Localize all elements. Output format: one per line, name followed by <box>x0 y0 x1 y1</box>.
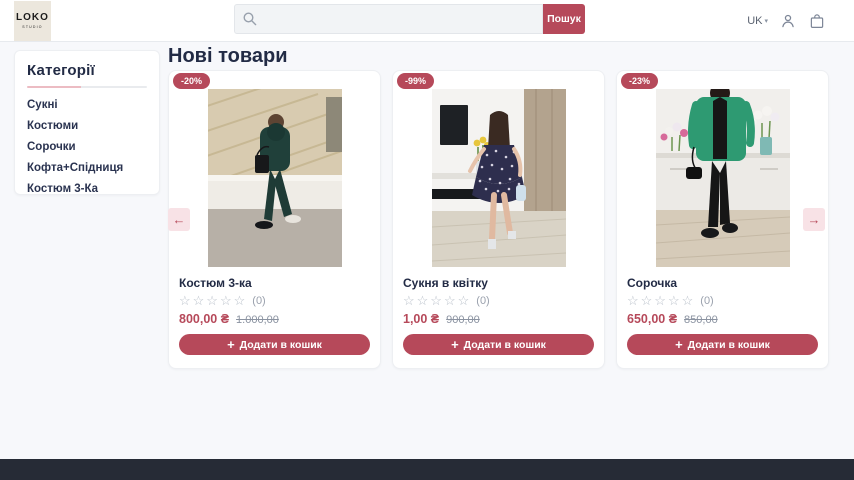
rating-count: (0) <box>700 295 713 307</box>
discount-badge: -99% <box>397 73 434 89</box>
categories-panel: Категорії Сукні Костюми Сорочки Кофта+Сп… <box>14 50 160 195</box>
page-title: Нові товари <box>168 45 287 68</box>
account-icon[interactable] <box>779 12 797 30</box>
product-old-price: 850,00 <box>684 314 718 326</box>
language-selector[interactable]: UK ▾ <box>747 15 768 27</box>
sidebar-item-suits[interactable]: Костюми <box>27 120 147 132</box>
logo-subtext: STUDIO <box>22 25 42 29</box>
categories-title: Категорії <box>27 62 147 79</box>
product-old-price: 1.000,00 <box>236 314 279 326</box>
product-price: 650,00 ₴ <box>627 312 677 326</box>
product-title[interactable]: Сукня в квітку <box>403 276 594 290</box>
add-to-cart-label: Додати в кошик <box>240 339 322 351</box>
sidebar-item-sweater-skirt[interactable]: Кофта+Спідниця <box>27 162 147 174</box>
product-price: 800,00 ₴ <box>179 312 229 326</box>
product-rating: ☆☆☆☆☆ (0) <box>179 294 370 307</box>
main-content: Категорії Сукні Костюми Сорочки Кофта+Сп… <box>0 42 854 459</box>
carousel-next-button[interactable]: → <box>803 208 825 231</box>
chevron-down-icon: ▾ <box>764 17 768 25</box>
plus-icon: + <box>675 338 683 351</box>
product-card[interactable]: -23% <box>616 70 829 369</box>
search-button[interactable]: Пошук <box>543 4 585 34</box>
header-actions: UK ▾ <box>747 0 826 42</box>
search-icon <box>242 11 258 27</box>
product-old-price: 900,00 <box>446 314 480 326</box>
sidebar-item-suit-3piece[interactable]: Костюм 3-Ка <box>27 183 147 195</box>
product-title[interactable]: Костюм 3-ка <box>179 276 370 290</box>
product-title[interactable]: Сорочка <box>627 276 818 290</box>
add-to-cart-label: Додати в кошик <box>688 339 770 351</box>
footer <box>0 459 854 480</box>
search-bar: Пошук <box>234 4 585 34</box>
cart-icon[interactable] <box>808 12 826 30</box>
language-label: UK <box>747 15 762 27</box>
product-card[interactable]: -99% <box>392 70 605 369</box>
arrow-left-icon: ← <box>173 212 186 227</box>
product-grid: -20% <box>168 70 829 369</box>
divider <box>27 86 147 88</box>
star-rating-icons: ☆☆☆☆☆ <box>627 294 695 307</box>
product-rating: ☆☆☆☆☆ (0) <box>627 294 818 307</box>
arrow-right-icon: → <box>808 212 821 227</box>
product-card[interactable]: -20% <box>168 70 381 369</box>
search-input[interactable] <box>234 4 543 34</box>
plus-icon: + <box>451 338 459 351</box>
logo[interactable]: LOKO STUDIO <box>14 1 51 41</box>
header: LOKO STUDIO Пошук UK ▾ <box>0 0 854 42</box>
sidebar-item-dresses[interactable]: Сукні <box>27 99 147 111</box>
add-to-cart-button[interactable]: + Додати в кошик <box>403 334 594 355</box>
rating-count: (0) <box>476 295 489 307</box>
add-to-cart-button[interactable]: + Додати в кошик <box>179 334 370 355</box>
product-rating: ☆☆☆☆☆ (0) <box>403 294 594 307</box>
star-rating-icons: ☆☆☆☆☆ <box>179 294 247 307</box>
carousel-prev-button[interactable]: ← <box>168 208 190 231</box>
star-rating-icons: ☆☆☆☆☆ <box>403 294 471 307</box>
logo-text: LOKO <box>16 13 49 23</box>
discount-badge: -23% <box>621 73 658 89</box>
product-price: 1,00 ₴ <box>403 312 439 326</box>
add-to-cart-button[interactable]: + Додати в кошик <box>627 334 818 355</box>
add-to-cart-label: Додати в кошик <box>464 339 546 351</box>
rating-count: (0) <box>252 295 265 307</box>
sidebar-item-shirts[interactable]: Сорочки <box>27 141 147 153</box>
product-image[interactable] <box>656 89 790 267</box>
discount-badge: -20% <box>173 73 210 89</box>
product-image[interactable] <box>432 89 566 267</box>
product-image[interactable] <box>208 89 342 267</box>
plus-icon: + <box>227 338 235 351</box>
